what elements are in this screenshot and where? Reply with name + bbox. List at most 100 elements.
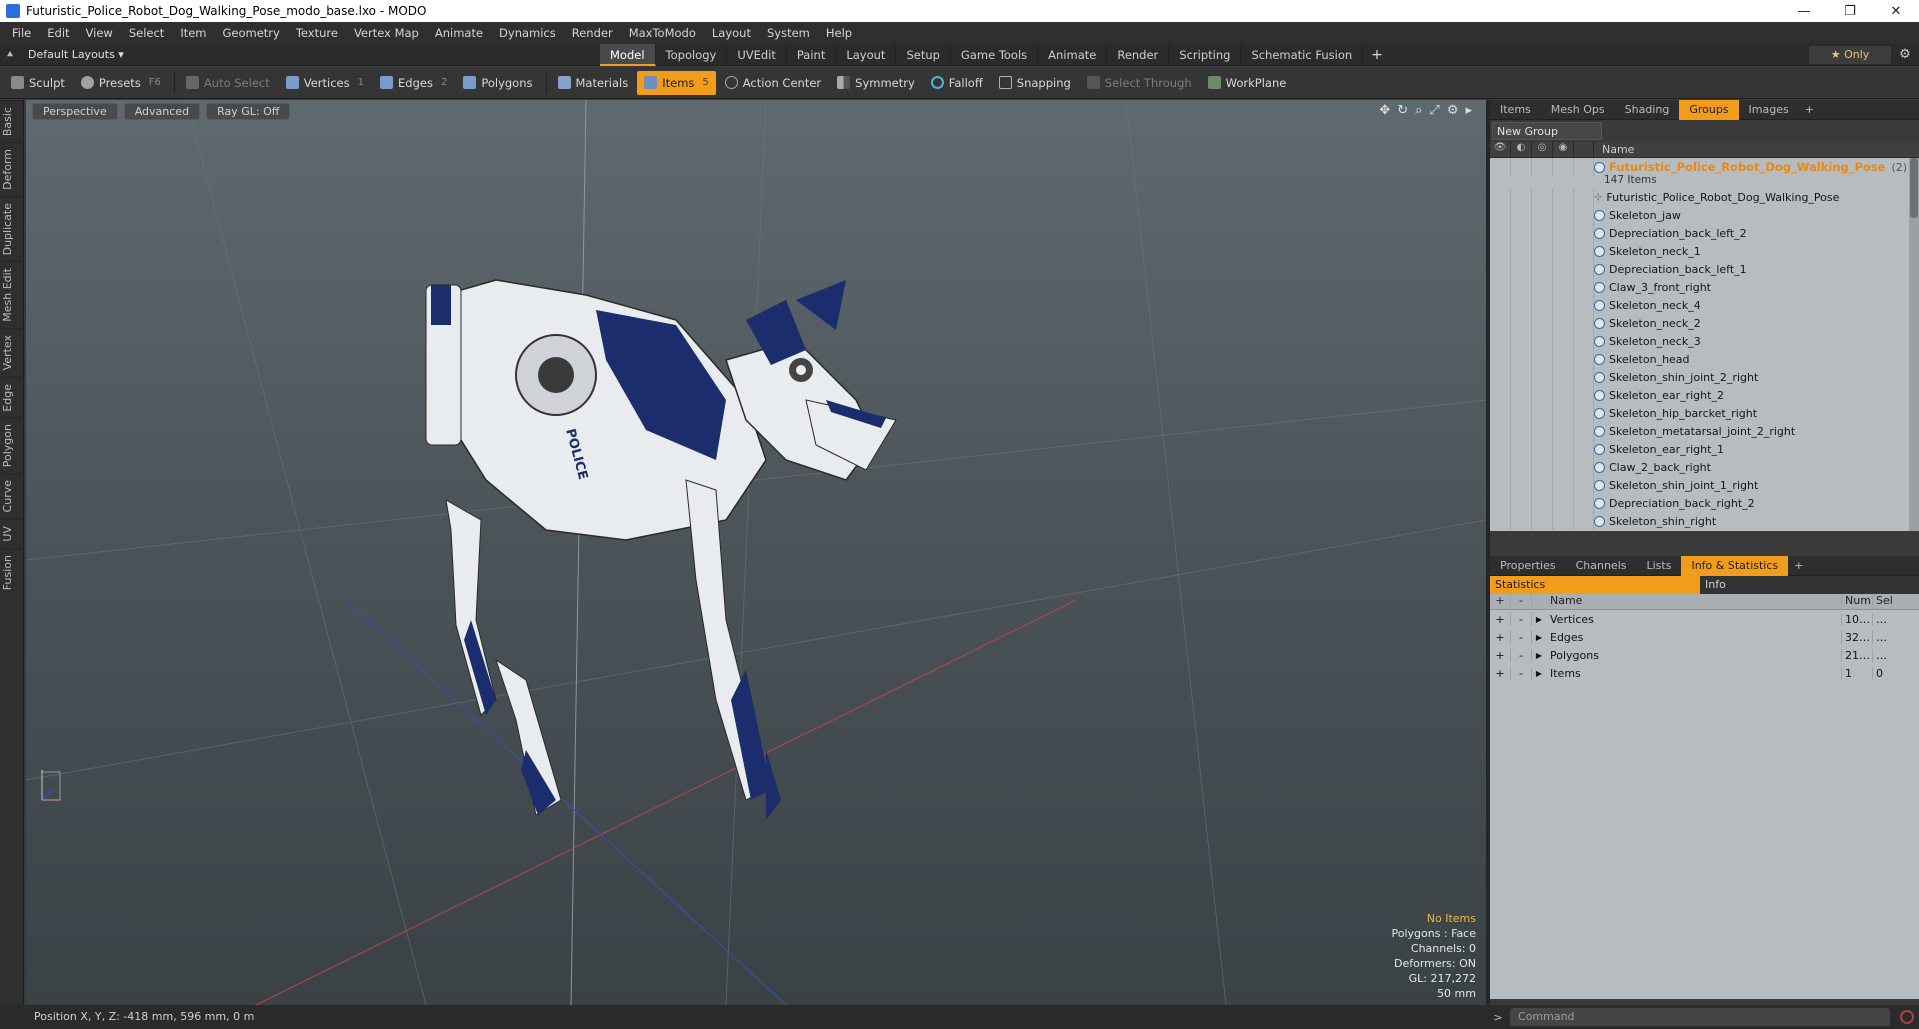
left-tab-deform[interactable]: Deform [0, 142, 23, 197]
add-layout-tab-button[interactable]: + [1363, 47, 1391, 63]
record-macro-icon[interactable] [1900, 1010, 1914, 1024]
add-icon[interactable]: + [1490, 666, 1511, 680]
maximize-button[interactable]: ❐ [1827, 4, 1873, 19]
new-group-button[interactable]: New Group [1492, 122, 1602, 140]
presets-button[interactable]: Presets F6 [74, 71, 168, 95]
vertices-button[interactable]: Vertices 1 [279, 71, 371, 95]
tab-images[interactable]: Images [1739, 100, 1799, 120]
tab-properties[interactable]: Properties [1490, 556, 1566, 576]
menu-maxtomodo[interactable]: MaxToModo [621, 26, 704, 40]
minimize-button[interactable]: — [1781, 4, 1827, 19]
list-item[interactable]: Skeleton_neck_3 [1490, 332, 1919, 350]
items-button[interactable]: Items 5 [637, 70, 716, 95]
perspective-dropdown[interactable]: Perspective [32, 102, 118, 120]
command-input[interactable]: Command [1510, 1008, 1890, 1026]
list-item[interactable]: Skeleton_ear_right_1 [1490, 440, 1919, 458]
tab-uvedit[interactable]: UVEdit [727, 43, 787, 66]
lock-column-icon[interactable]: ◎ [1532, 142, 1553, 157]
add-props-tab-button[interactable]: + [1788, 559, 1809, 572]
list-item[interactable]: Skeleton_ear_right_2 [1490, 386, 1919, 404]
tab-model[interactable]: Model [600, 43, 656, 66]
tab-topology[interactable]: Topology [656, 43, 728, 66]
layout-menu-icon[interactable]: ⯅ [0, 48, 20, 62]
tab-game-tools[interactable]: Game Tools [951, 43, 1039, 66]
menu-animate[interactable]: Animate [427, 26, 491, 40]
auto-select-button[interactable]: Auto Select [179, 71, 277, 95]
group-row[interactable]: Futuristic_Police_Robot_Dog_Walking_Pose… [1490, 158, 1919, 188]
viewport-settings-icon[interactable]: ⚙ [1447, 103, 1459, 118]
layout-selector[interactable]: Default Layouts ▾ [20, 48, 600, 61]
rotate-icon[interactable]: ↻ [1397, 103, 1408, 118]
tab-paint[interactable]: Paint [787, 43, 837, 66]
tab-layout[interactable]: Layout [836, 43, 897, 66]
list-item[interactable]: Depreciation_back_left_1 [1490, 260, 1919, 278]
close-button[interactable]: ✕ [1873, 4, 1919, 19]
select-column-icon[interactable]: ◉ [1553, 142, 1574, 157]
expand-arrow-icon[interactable]: ▶ [1532, 633, 1546, 642]
list-item[interactable]: Skeleton_shin_joint_1_right [1490, 476, 1919, 494]
menu-edit[interactable]: Edit [39, 26, 77, 40]
remove-icon[interactable]: - [1511, 666, 1532, 680]
menu-texture[interactable]: Texture [288, 26, 346, 40]
list-item[interactable]: Skeleton_hip_barcket_right [1490, 404, 1919, 422]
menu-file[interactable]: File [4, 26, 39, 40]
tab-scripting[interactable]: Scripting [1169, 43, 1242, 66]
remove-icon[interactable]: - [1511, 630, 1532, 644]
menu-dynamics[interactable]: Dynamics [491, 26, 564, 40]
symmetry-button[interactable]: Symmetry [830, 71, 922, 95]
list-item[interactable]: ⊹ Futuristic_Police_Robot_Dog_Walking_Pos… [1490, 188, 1919, 206]
left-tab-polygon[interactable]: Polygon [0, 417, 23, 474]
add-icon[interactable]: + [1490, 630, 1511, 644]
expand-arrow-icon[interactable]: ▶ [1532, 651, 1546, 660]
3d-viewport[interactable]: POLICE Perspective Advanced Ray GL: Off … [26, 100, 1486, 1005]
menu-item[interactable]: Item [172, 26, 214, 40]
list-item[interactable]: Claw_2_back_right [1490, 458, 1919, 476]
name-column-header[interactable]: Name [1594, 142, 1634, 157]
tab-shading[interactable]: Shading [1615, 100, 1680, 120]
left-tab-basic[interactable]: Basic [0, 100, 23, 143]
sculpt-button[interactable]: Sculpt [4, 71, 72, 95]
list-item[interactable]: Skeleton_shin_right [1490, 512, 1919, 530]
tab-schematic-fusion[interactable]: Schematic Fusion [1241, 43, 1364, 66]
raygl-toggle[interactable]: Ray GL: Off [206, 102, 291, 120]
list-item[interactable]: Skeleton_metatarsal_joint_2_right [1490, 422, 1919, 440]
expand-arrow-icon[interactable]: ▶ [1532, 615, 1546, 624]
viewport-more-icon[interactable]: ▸ [1465, 103, 1472, 118]
list-item[interactable]: Skeleton_head [1490, 350, 1919, 368]
action-center-button[interactable]: Action Center [718, 71, 828, 95]
left-tab-uv[interactable]: UV [0, 518, 23, 548]
tab-lists[interactable]: Lists [1637, 556, 1682, 576]
select-through-button[interactable]: Select Through [1080, 71, 1199, 95]
gear-icon[interactable]: ⚙ [1891, 47, 1919, 62]
menu-view[interactable]: View [78, 26, 121, 40]
tab-setup[interactable]: Setup [896, 43, 951, 66]
only-button[interactable]: ★ Only [1809, 45, 1891, 64]
groups-scrollbar[interactable] [1909, 158, 1919, 531]
remove-icon[interactable]: - [1511, 648, 1532, 662]
menu-system[interactable]: System [759, 26, 818, 40]
menu-select[interactable]: Select [121, 26, 172, 40]
left-tab-edge[interactable]: Edge [0, 376, 23, 418]
menu-vertex-map[interactable]: Vertex Map [346, 26, 427, 40]
remove-icon[interactable]: - [1511, 612, 1532, 626]
scrollbar-thumb[interactable] [1910, 158, 1918, 218]
maximize-viewport-icon[interactable]: ⤢ [1429, 103, 1439, 118]
polygons-button[interactable]: Polygons [456, 71, 539, 95]
tab-mesh-ops[interactable]: Mesh Ops [1541, 100, 1615, 120]
table-row[interactable]: + - ▶ Polygons 21…… [1490, 646, 1919, 664]
tab-render[interactable]: Render [1107, 43, 1170, 66]
menu-geometry[interactable]: Geometry [215, 26, 288, 40]
left-tab-duplicate[interactable]: Duplicate [0, 196, 23, 262]
advanced-dropdown[interactable]: Advanced [123, 102, 201, 120]
expand-arrow-icon[interactable]: ▶ [1532, 669, 1546, 678]
menu-layout[interactable]: Layout [704, 26, 759, 40]
visibility-column-icon[interactable]: 👁 [1490, 142, 1511, 157]
subtab-info[interactable]: Info [1700, 576, 1910, 594]
edges-button[interactable]: Edges 2 [373, 71, 454, 95]
left-tab-curve[interactable]: Curve [0, 473, 23, 519]
list-item[interactable]: Depreciation_back_left_2 [1490, 224, 1919, 242]
left-tab-fusion[interactable]: Fusion [0, 547, 23, 596]
workplane-button[interactable]: WorkPlane [1201, 71, 1294, 95]
list-item[interactable]: Skeleton_shin_joint_2_right [1490, 368, 1919, 386]
snapping-button[interactable]: Snapping [992, 71, 1078, 95]
